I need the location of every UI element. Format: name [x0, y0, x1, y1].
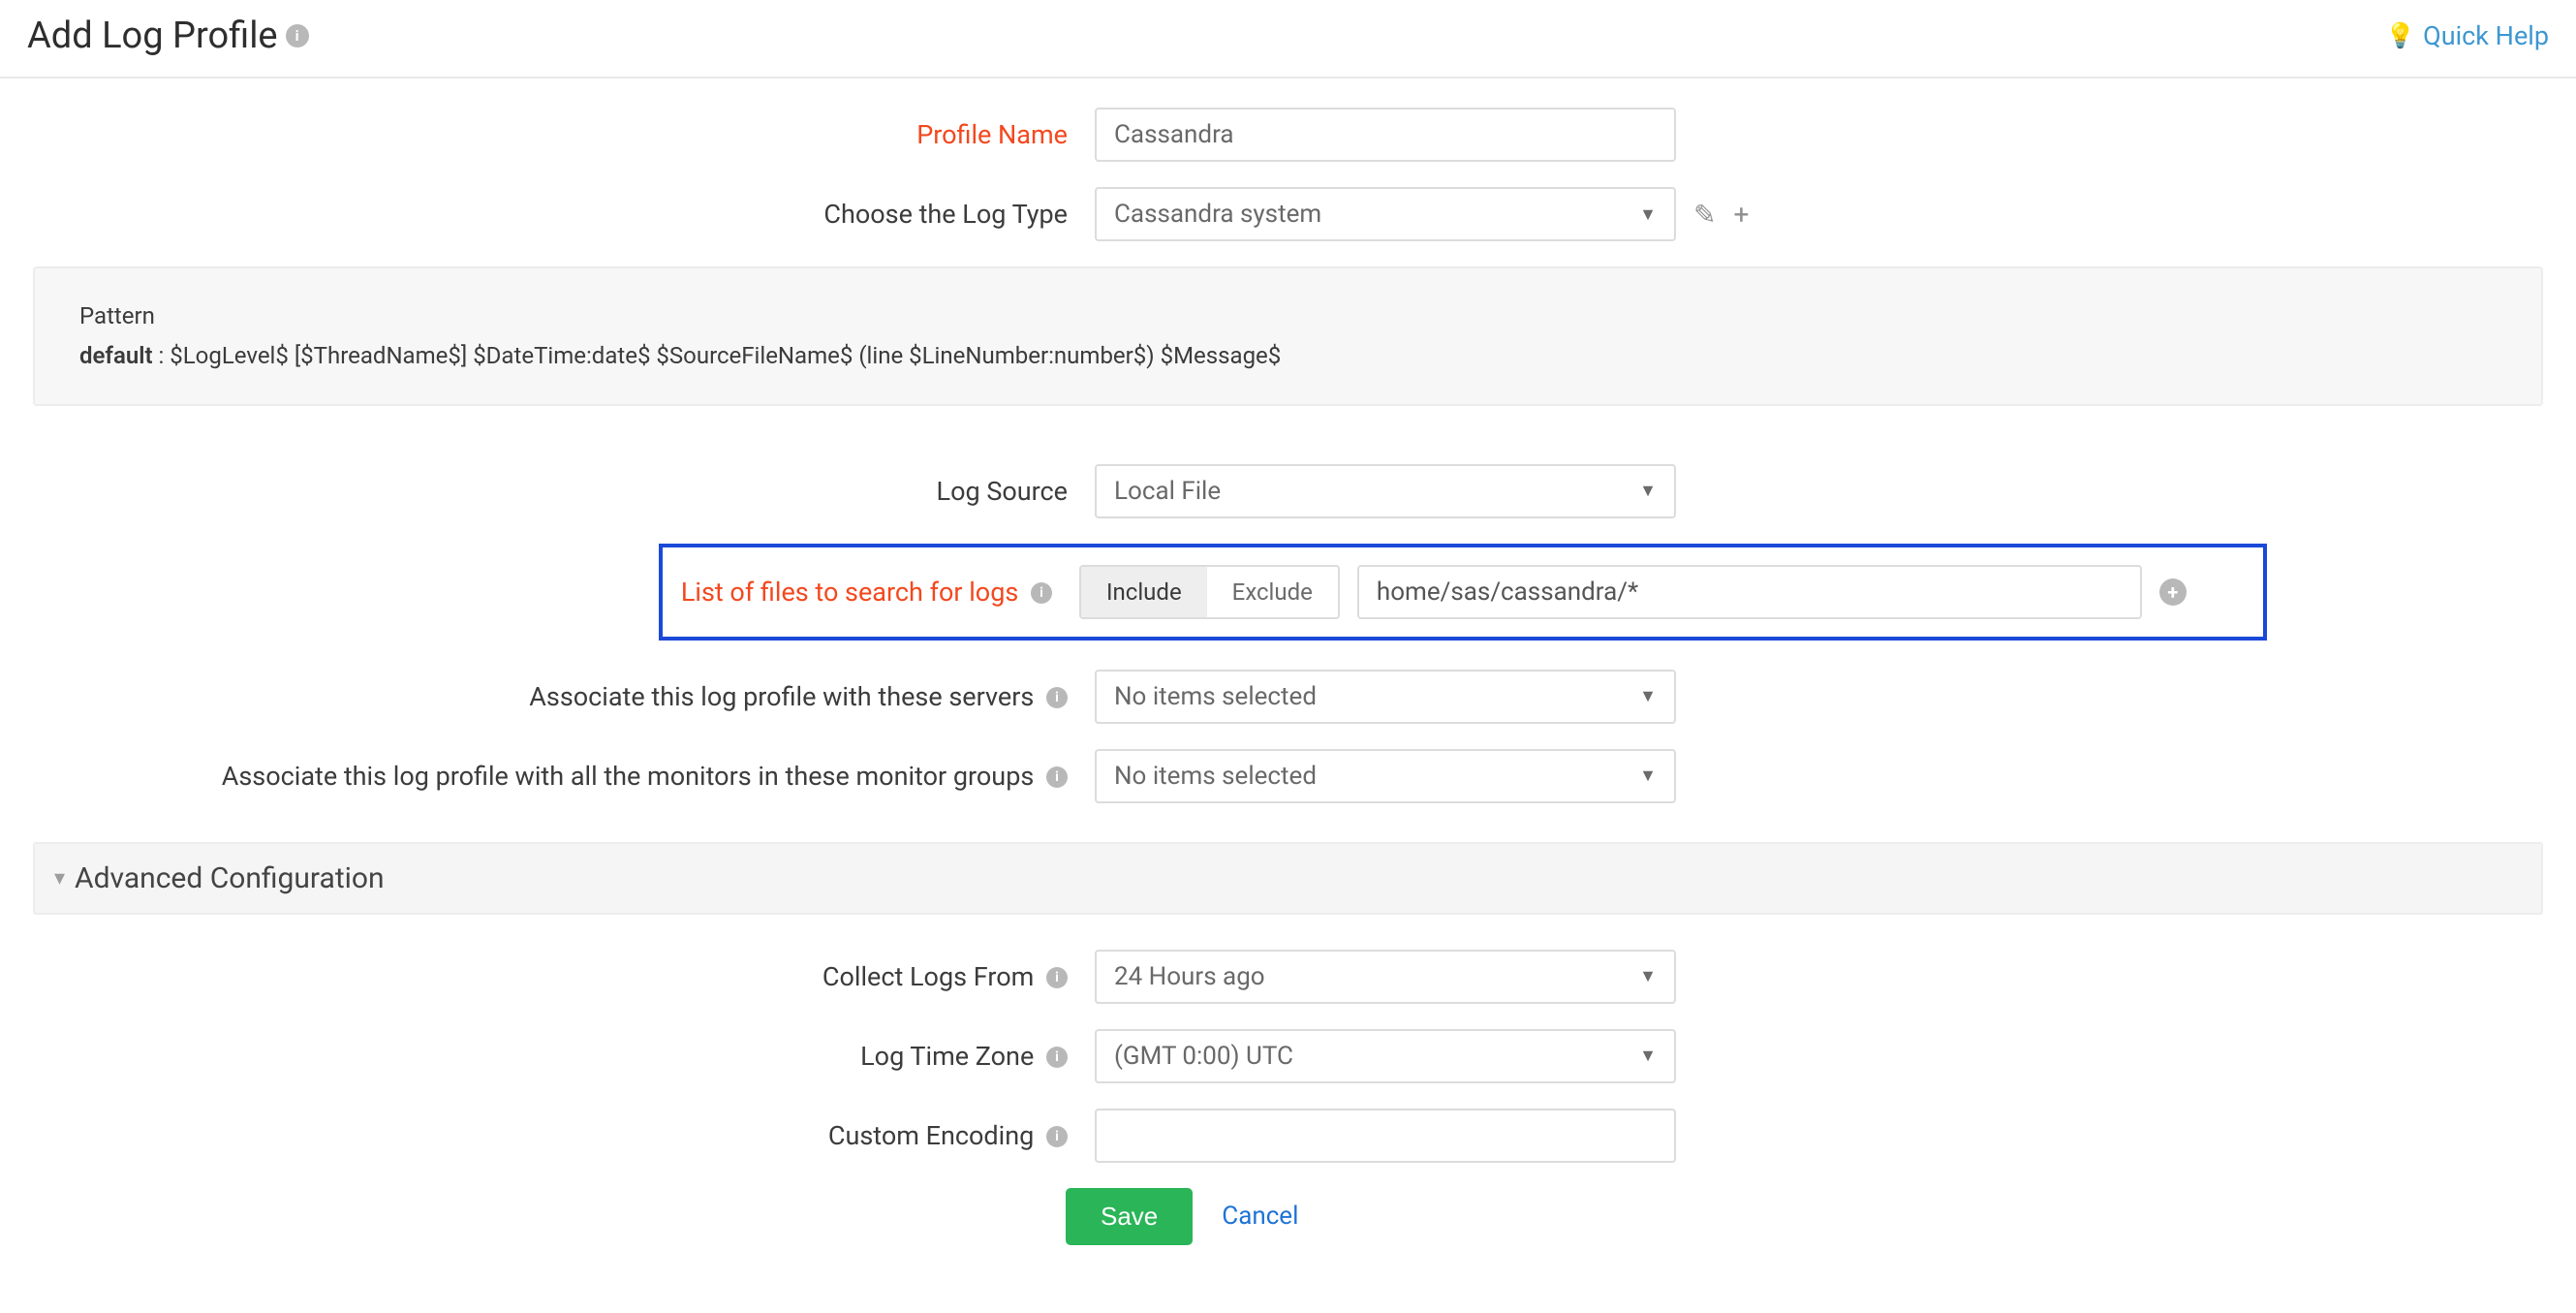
collect-from-value: 24 Hours ago: [1114, 962, 1265, 991]
info-icon[interactable]: i: [1031, 582, 1052, 604]
chevron-down-icon: ▼: [1639, 204, 1657, 225]
assoc-groups-value: No items selected: [1114, 762, 1317, 791]
chevron-down-icon: ▼: [1639, 766, 1657, 786]
chevron-down-icon: ▼: [1639, 1046, 1657, 1066]
pattern-title: Pattern: [79, 299, 2497, 333]
pattern-default-value: $LogLevel$ [$ThreadName$] $DateTime:date…: [170, 342, 1281, 369]
info-icon[interactable]: i: [1046, 1047, 1068, 1068]
label-assoc-groups: Associate this log profile with all the …: [29, 761, 1095, 792]
log-type-select[interactable]: Cassandra system ▼: [1095, 187, 1676, 241]
label-file-list: List of files to search for logs i: [672, 577, 1079, 608]
include-toggle[interactable]: Include: [1081, 567, 1207, 617]
row-assoc-groups: Associate this log profile with all the …: [29, 749, 2547, 803]
profile-name-input[interactable]: [1095, 108, 1676, 162]
label-log-type: Choose the Log Type: [29, 199, 1095, 230]
edit-icon[interactable]: ✎: [1693, 199, 1716, 231]
info-icon[interactable]: i: [286, 24, 309, 47]
advanced-config-title: Advanced Configuration: [75, 861, 385, 895]
save-button[interactable]: Save: [1066, 1188, 1193, 1245]
add-icon[interactable]: +: [1733, 199, 1749, 231]
encoding-input[interactable]: [1095, 1109, 1676, 1163]
lightbulb-icon: 💡: [2385, 22, 2415, 50]
page-title: Add Log Profile i: [27, 15, 309, 57]
info-icon[interactable]: i: [1046, 1126, 1068, 1147]
timezone-value: (GMT 0:00) UTC: [1114, 1042, 1293, 1071]
chevron-down-icon: ▼: [1639, 686, 1657, 706]
assoc-servers-select[interactable]: No items selected ▼: [1095, 670, 1676, 724]
row-assoc-servers: Associate this log profile with these se…: [29, 670, 2547, 724]
label-encoding: Custom Encoding i: [29, 1120, 1095, 1151]
chevron-down-icon: ▼: [1639, 481, 1657, 501]
label-timezone: Log Time Zone i: [29, 1041, 1095, 1072]
exclude-toggle[interactable]: Exclude: [1207, 567, 1338, 617]
file-list-highlight: List of files to search for logs i Inclu…: [659, 544, 2267, 641]
quick-help-text: Quick Help: [2423, 20, 2549, 51]
label-profile-name: Profile Name: [29, 119, 1095, 150]
log-type-value: Cassandra system: [1114, 200, 1321, 229]
info-icon[interactable]: i: [1046, 687, 1068, 708]
pattern-panel: Pattern default : $LogLevel$ [$ThreadNam…: [33, 266, 2543, 406]
pattern-default-label: default: [79, 342, 153, 369]
advanced-config-header[interactable]: ▾ Advanced Configuration: [33, 842, 2543, 915]
info-icon[interactable]: i: [1046, 766, 1068, 788]
assoc-servers-value: No items selected: [1114, 682, 1317, 711]
row-collect-from: Collect Logs From i 24 Hours ago ▼: [29, 950, 2547, 1004]
chevron-down-icon: ▼: [1639, 966, 1657, 986]
pattern-default: default : $LogLevel$ [$ThreadName$] $Dat…: [79, 339, 2497, 373]
include-exclude-toggle: Include Exclude: [1079, 565, 1340, 619]
file-path-input[interactable]: [1357, 565, 2142, 619]
row-encoding: Custom Encoding i: [29, 1109, 2547, 1163]
cancel-link[interactable]: Cancel: [1222, 1202, 1298, 1231]
row-log-type: Choose the Log Type Cassandra system ▼ ✎…: [29, 187, 2547, 241]
label-log-source: Log Source: [29, 476, 1095, 507]
form-actions: Save Cancel: [1066, 1188, 2576, 1274]
log-source-value: Local File: [1114, 477, 1221, 506]
assoc-groups-select[interactable]: No items selected ▼: [1095, 749, 1676, 803]
quick-help-link[interactable]: 💡 Quick Help: [2385, 20, 2549, 51]
timezone-select[interactable]: (GMT 0:00) UTC ▼: [1095, 1029, 1676, 1083]
row-profile-name: Profile Name: [29, 108, 2547, 162]
page-title-text: Add Log Profile: [27, 15, 278, 57]
chevron-down-icon: ▾: [54, 866, 65, 891]
add-path-icon[interactable]: +: [2159, 578, 2187, 606]
row-log-source: Log Source Local File ▼: [29, 464, 2547, 518]
log-source-select[interactable]: Local File ▼: [1095, 464, 1676, 518]
label-assoc-servers: Associate this log profile with these se…: [29, 681, 1095, 712]
page-header: Add Log Profile i 💡 Quick Help: [0, 0, 2576, 78]
label-collect-from: Collect Logs From i: [29, 961, 1095, 992]
info-icon[interactable]: i: [1046, 967, 1068, 988]
collect-from-select[interactable]: 24 Hours ago ▼: [1095, 950, 1676, 1004]
row-timezone: Log Time Zone i (GMT 0:00) UTC ▼: [29, 1029, 2547, 1083]
